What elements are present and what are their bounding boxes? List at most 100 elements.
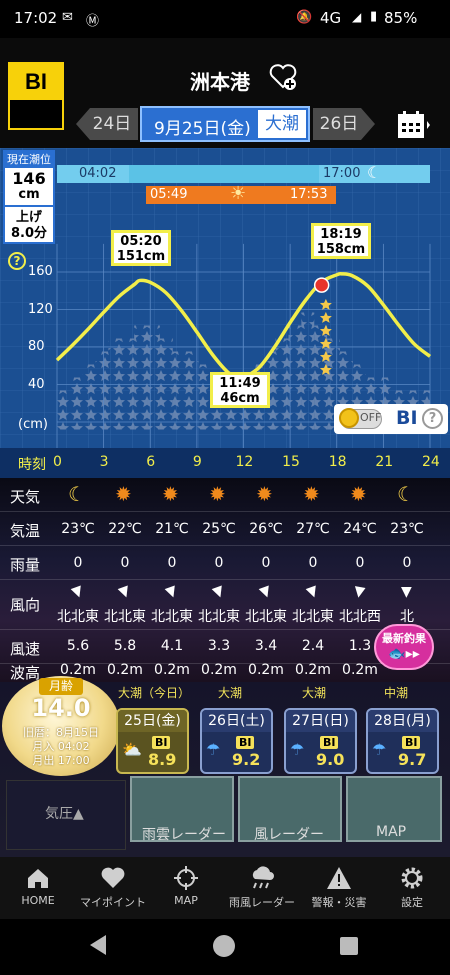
nav-rain-wind-radar[interactable]: 雨風レーダー	[222, 857, 302, 919]
wave-height-value: 0.2m	[342, 662, 378, 678]
wind-arrow-icon: ▼	[304, 582, 321, 602]
forecast-date: 26日(土)	[202, 710, 271, 732]
bi-score: 8.9	[148, 750, 177, 769]
forecast-day-card[interactable]: 28日(月) ☂ BI 9.7	[366, 708, 439, 774]
moon-icon: ☾	[397, 482, 415, 506]
wave-height-value: 0.2m	[107, 662, 143, 678]
forecast-tide-label: 大潮	[218, 686, 243, 700]
favorite-add-icon[interactable]	[268, 60, 298, 96]
tide-type-badge: 大潮	[258, 110, 306, 138]
rain-value: 0	[355, 555, 365, 571]
wind-arrow-icon: ▼	[210, 582, 227, 602]
bi-star-column	[172, 351, 186, 430]
x-tick-label: 24	[422, 454, 440, 470]
bi-badge: BI	[236, 736, 255, 749]
back-icon[interactable]	[90, 935, 106, 955]
wind-arrow-icon: ▼	[352, 583, 367, 601]
forecast-day-card[interactable]: 26日(土) ☂ BI 9.2	[200, 708, 273, 774]
nav-settings[interactable]: 設定	[386, 857, 438, 919]
home-circle-icon[interactable]	[213, 935, 235, 957]
bi-help-icon[interactable]: ?	[422, 408, 443, 429]
rain-radar-tile[interactable]: 雨雲レーダー	[130, 776, 234, 843]
recents-icon[interactable]	[340, 937, 358, 955]
pressure-panel[interactable]: 気圧▲	[6, 780, 126, 850]
forecast-tide-label: 大潮（今日）	[118, 686, 191, 700]
sun-icon: ✹	[209, 482, 226, 506]
current-tide-height: 146	[12, 169, 46, 188]
temperature-value: 27℃	[296, 521, 330, 537]
wind-direction-label: 北北東	[57, 609, 99, 625]
wind-direction-row: 風向 北北東 北北東 北北東 北北東 北北東 北北東 北北西北 ▼ ▼ ▼ ▼ ▼ ▼ ▼ ▼	[0, 580, 450, 630]
wave-height-value: 0.2m	[248, 662, 284, 678]
forecast-day-card[interactable]: 27日(日) ☂ BI 9.0	[284, 708, 357, 774]
x-tick-label: 3	[99, 454, 109, 470]
temperature-value: 24℃	[343, 521, 377, 537]
wind-direction-label: 北北東	[198, 609, 240, 625]
latest-catch-button[interactable]: 最新釣果 🐟▸▸	[374, 624, 434, 670]
rain-value: 0	[214, 555, 224, 571]
bi-star-column	[57, 390, 70, 430]
current-date-selector[interactable]: 9月25日(金) 大潮	[140, 106, 310, 142]
rain-value: 0	[261, 555, 271, 571]
x-tick-label: 15	[282, 454, 300, 470]
moon-icon: ☾	[68, 482, 86, 506]
current-tide-label: 現在潮位	[5, 152, 53, 168]
tide-rate: 8.0分	[10, 226, 48, 241]
sun-icon: ✹	[303, 482, 320, 506]
bi-star-column	[134, 325, 148, 430]
network-label: 4G	[320, 9, 342, 27]
rain-icon: ☂	[290, 740, 305, 759]
y-tick-label: 120	[28, 301, 53, 317]
y-tick-label: 40	[28, 376, 45, 392]
rain-row: 雨量 0 0 0 0 0 0 0 0	[0, 546, 450, 580]
bi-star-column	[121, 338, 135, 430]
rain-value: 0	[73, 555, 83, 571]
bi-toggle[interactable]: OFF BI ?	[334, 404, 448, 434]
nav-mypoint[interactable]: マイポイント	[78, 857, 148, 919]
bi-star-column	[275, 338, 289, 430]
calendar-icon[interactable]	[396, 110, 430, 144]
y-tick-label: 160	[28, 264, 53, 279]
wind-speed-value: 2.4	[301, 638, 325, 654]
x-tick-label: 6	[146, 454, 156, 470]
nav-home[interactable]: HOME	[10, 857, 66, 919]
sunset-time: 17:53	[290, 187, 328, 202]
bi-star-column	[147, 325, 160, 430]
tide-chart[interactable]: 現在潮位 146 cm 上げ 8.0分 ? 04:02 17:00 ☾ 05:4…	[0, 148, 450, 467]
nav-alerts[interactable]: 警報・災害	[304, 857, 374, 919]
forecast-day-card[interactable]: 25日(金) ⛅ BI 8.9	[116, 708, 189, 774]
help-icon[interactable]: ?	[8, 252, 26, 270]
nav-map[interactable]: MAP	[160, 857, 212, 919]
high-tide-callout-2: 18:19 158cm	[311, 223, 371, 259]
signal-icon: ◢	[352, 10, 362, 24]
wind-direction-label: 北北東	[104, 609, 146, 625]
forecast-date: 25日(金)	[118, 710, 187, 732]
forecast-tide-label: 中潮	[384, 686, 409, 700]
weather-row: 天気 ☾ ✹ ✹ ✹ ✹ ✹ ✹ ☾	[0, 478, 450, 512]
moon-age-badge[interactable]: 月齢 14.0 旧暦：8月15日 月入 04:02 月出 17:00	[2, 676, 120, 776]
bi-logo[interactable]: BI	[8, 62, 64, 130]
status-time: 17:02	[14, 9, 58, 27]
wind-arrow-icon: ▼	[69, 582, 86, 602]
y-tick-label: (cm)	[18, 416, 48, 432]
sunrise-time: 05:49	[150, 187, 188, 202]
wind-radar-tile[interactable]: 風レーダー	[238, 776, 342, 843]
sun-icon: ✹	[256, 482, 273, 506]
low-tide-callout: 11:49 46cm	[210, 372, 270, 408]
tide-direction: 上げ	[15, 210, 42, 225]
sun-icon: ✹	[162, 482, 179, 506]
rain-value: 0	[308, 555, 318, 571]
bi-badge: BI	[402, 736, 421, 749]
wind-direction-label: 北北東	[151, 609, 193, 625]
wind-speed-value: 5.8	[113, 638, 137, 654]
wind-speed-value: 3.3	[207, 638, 231, 654]
moonrise-time: 04:02	[79, 166, 117, 181]
current-date: 9月25日(金)	[154, 119, 251, 139]
bi-star-column	[108, 338, 122, 430]
wind-speed-value: 5.6	[66, 638, 90, 654]
bi-score: 9.0	[316, 750, 345, 769]
sun-icon: ☀	[230, 183, 247, 204]
battery-percent: 85%	[384, 9, 418, 27]
map-tile[interactable]: MAP	[346, 776, 442, 842]
temperature-value: 22℃	[108, 521, 142, 537]
